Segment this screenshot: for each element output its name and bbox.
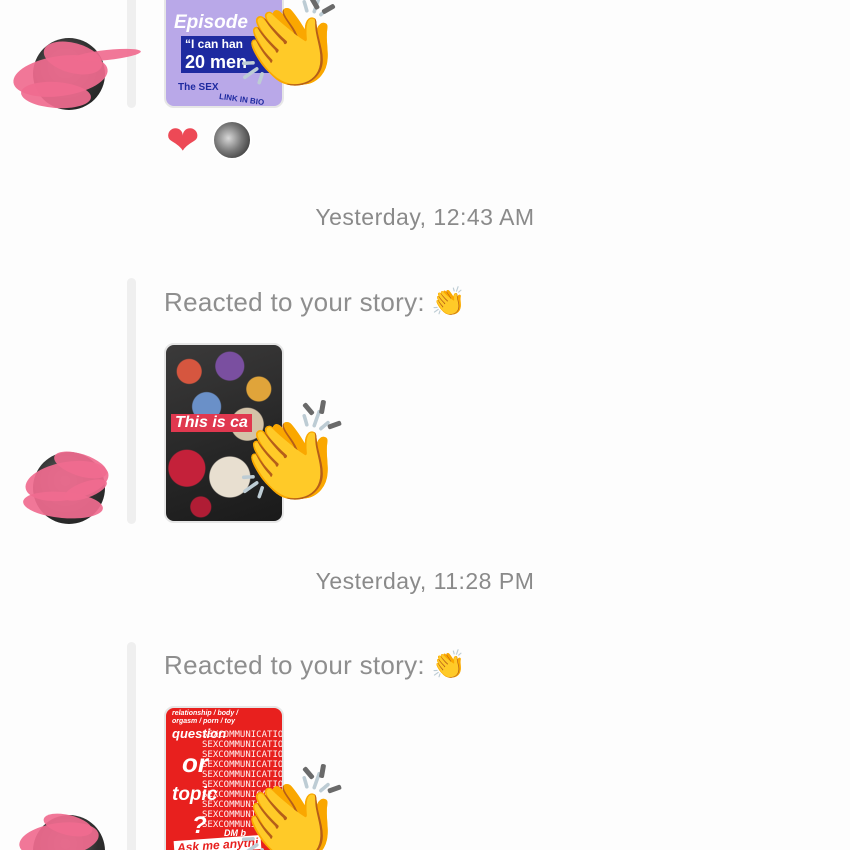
heart-icon[interactable]: ❤ <box>166 121 206 161</box>
message-timestamp: Yesterday, 11:28 PM <box>315 568 535 594</box>
reactor-avatar[interactable] <box>212 120 252 160</box>
story-line: relationship / body / <box>172 710 239 717</box>
clapping-hands-icon: 👏 <box>430 648 467 681</box>
story-reply-bar <box>127 642 136 850</box>
dm-thread: Episode “I can han 20 men The SEX LINK I… <box>0 0 850 850</box>
sender-avatar[interactable] <box>10 35 142 111</box>
story-podcast-text: The SEX <box>178 82 219 93</box>
story-reply-bar <box>127 278 136 524</box>
story-or-text: or <box>182 748 208 778</box>
story-topic-text: topic <box>172 784 218 805</box>
sender-avatar[interactable] <box>17 809 105 850</box>
clapping-hands-icon: 👏 <box>430 285 467 318</box>
reacted-to-story-text: Reacted to your story: 👏 <box>164 648 466 681</box>
reacted-to-story-text: Reacted to your story: 👏 <box>164 285 466 318</box>
clapping-hands-icon: 👏 <box>234 0 344 95</box>
sender-avatar[interactable] <box>22 446 112 524</box>
story-line: orgasm / porn / toy <box>172 718 236 725</box>
message-timestamp: Yesterday, 12:43 AM <box>315 204 535 230</box>
story-question-text: question <box>172 726 227 741</box>
story-qmark-text: ? <box>192 812 207 839</box>
reacted-label: Reacted to your story: <box>164 287 425 317</box>
reacted-label: Reacted to your story: <box>164 650 425 680</box>
clapping-hands-icon: 👏 <box>234 768 344 850</box>
